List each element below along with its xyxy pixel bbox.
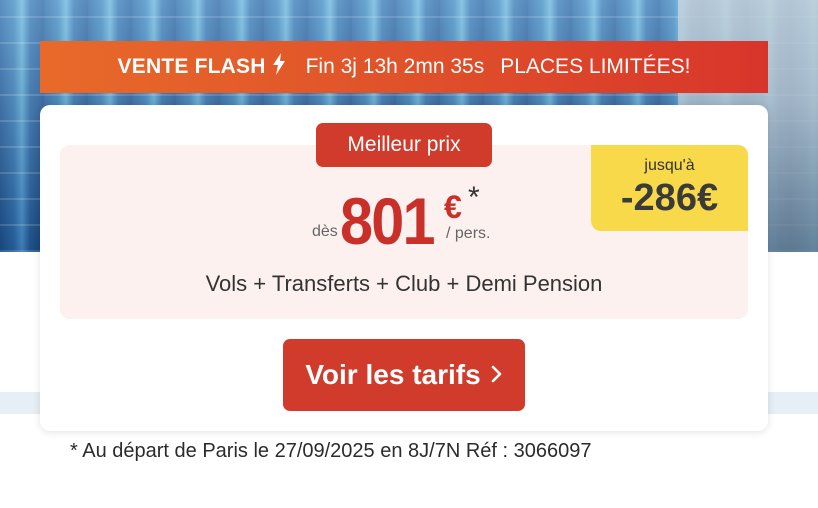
- price-display: dès 801 € * / pers.: [312, 181, 512, 258]
- see-prices-label: Voir les tarifs: [305, 359, 481, 390]
- package-description: Vols + Transferts + Club + Demi Pension: [205, 271, 603, 296]
- flash-sale-title: VENTE FLASH: [117, 55, 266, 78]
- see-prices-button[interactable]: Voir les tarifs: [283, 339, 525, 411]
- price-currency: €: [444, 189, 462, 225]
- discount-badge: jusqu'à -286€: [591, 145, 748, 231]
- offer-card: Meilleur prix dès 801 € * / pers. jusqu'…: [40, 105, 768, 431]
- price-amount: 801: [340, 184, 436, 258]
- discount-value: -286€: [620, 176, 719, 219]
- price-asterisk: *: [468, 181, 480, 214]
- price-per-person: / pers.: [446, 225, 491, 242]
- countdown-timer: Fin 3j 13h 2mn 35s: [305, 55, 485, 78]
- discount-label: jusqu'à: [644, 156, 695, 174]
- flash-sale-banner: VENTE FLASH Fin 3j 13h 2mn 35s PLACES LI…: [40, 41, 768, 93]
- chevron-right-icon: [491, 359, 503, 391]
- departure-footnote: * Au départ de Paris le 27/09/2025 en 8J…: [70, 440, 592, 462]
- best-price-badge: Meilleur prix: [316, 123, 492, 167]
- lightning-icon: [272, 53, 286, 81]
- price-from-label: dès: [312, 223, 338, 240]
- limited-places-text: PLACES LIMITÉES!: [500, 55, 691, 78]
